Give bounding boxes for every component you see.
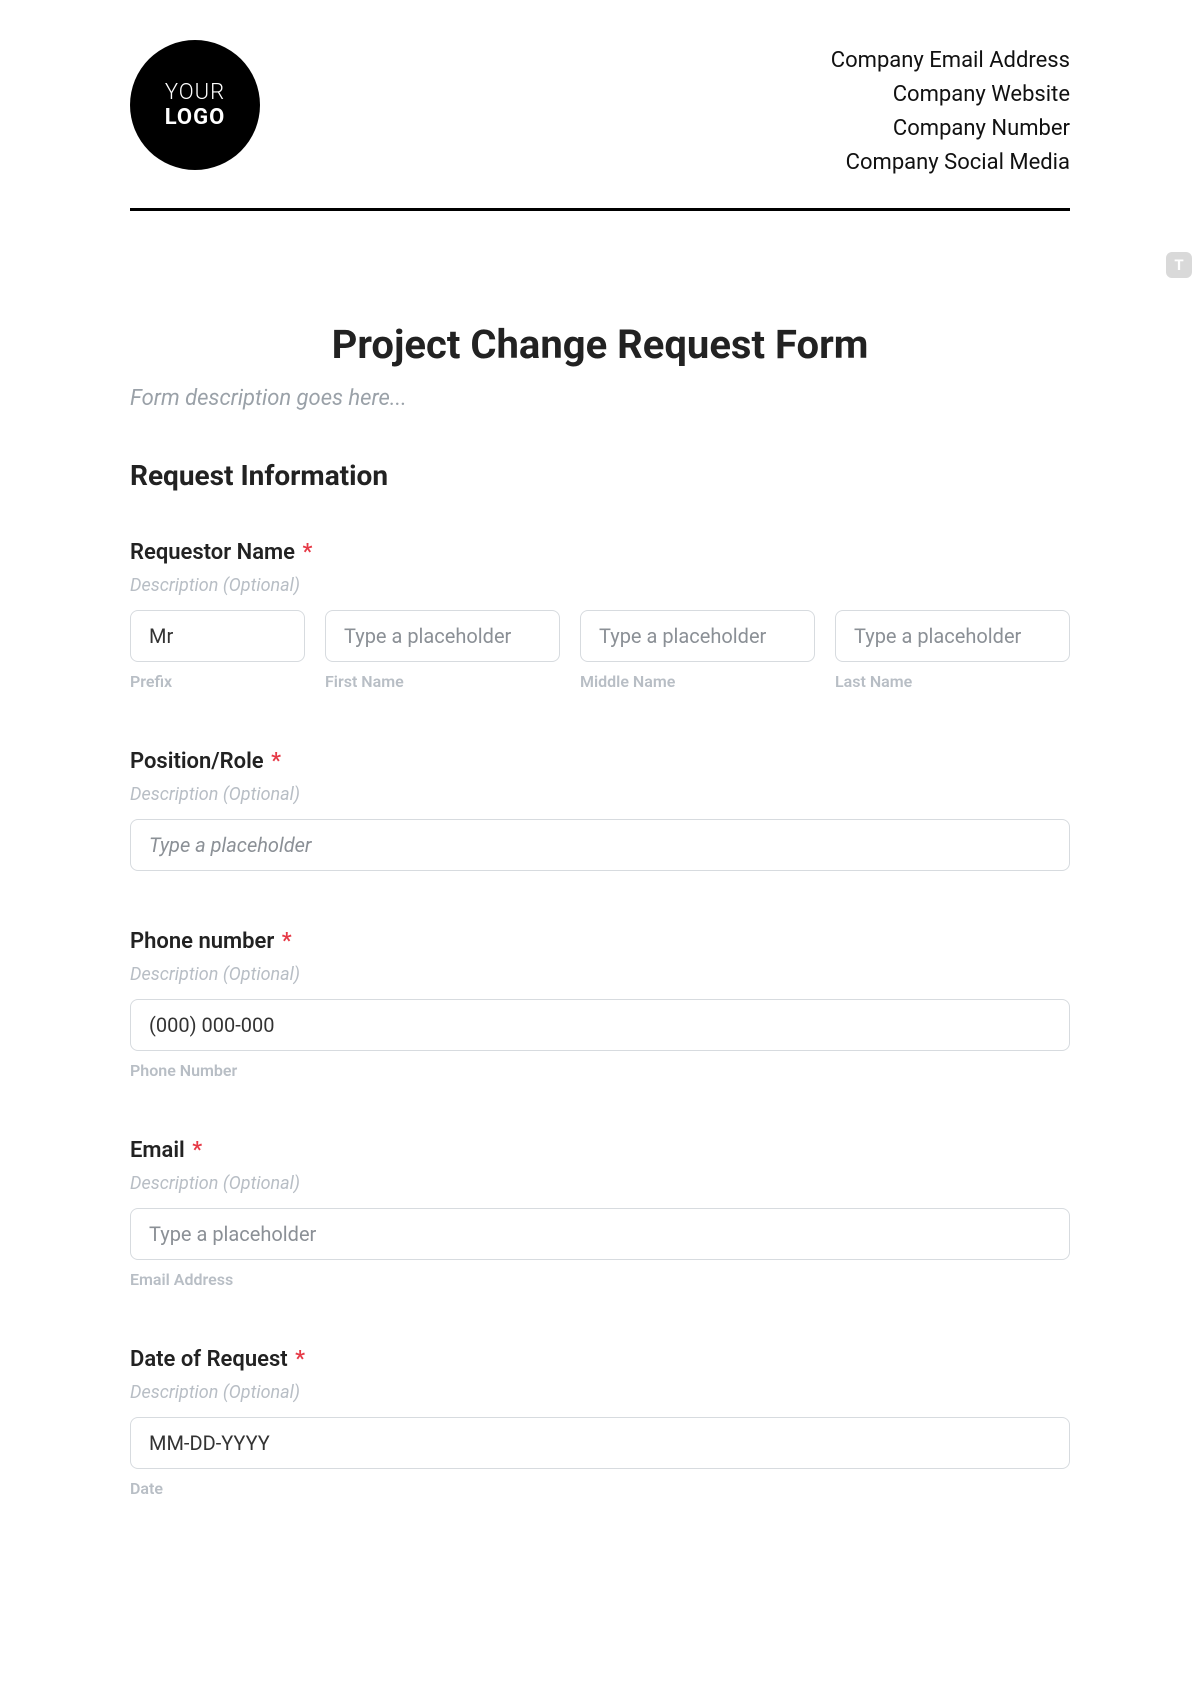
logo-line-1: YOUR	[165, 80, 225, 105]
sublabel-last: Last Name	[835, 672, 1070, 691]
label-text: Requestor Name	[130, 540, 295, 565]
date-input[interactable]	[130, 1417, 1070, 1469]
sublabel-middle: Middle Name	[580, 672, 815, 691]
form-description-placeholder[interactable]: Form description goes here...	[130, 386, 1070, 411]
field-position: Position/Role * Description (Optional)	[130, 749, 1070, 871]
logo: YOUR LOGO	[130, 40, 260, 170]
hint-date[interactable]: Description (Optional)	[130, 1382, 1070, 1403]
label-date: Date of Request *	[130, 1347, 1070, 1372]
required-mark: *	[282, 929, 292, 954]
last-name-input[interactable]	[835, 610, 1070, 662]
label-phone: Phone number *	[130, 929, 1070, 954]
hint-phone[interactable]: Description (Optional)	[130, 964, 1070, 985]
name-col-middle: Middle Name	[580, 610, 815, 691]
sublabel-first: First Name	[325, 672, 560, 691]
hint-email[interactable]: Description (Optional)	[130, 1173, 1070, 1194]
sublabel-date: Date	[130, 1479, 1070, 1498]
required-mark: *	[295, 1347, 305, 1372]
header-divider	[130, 208, 1070, 211]
label-position: Position/Role *	[130, 749, 1070, 774]
required-mark: *	[271, 749, 281, 774]
company-info: Company Email Address Company Website Co…	[831, 40, 1070, 180]
position-input[interactable]	[130, 819, 1070, 871]
field-email: Email * Description (Optional) Email Add…	[130, 1138, 1070, 1289]
company-email: Company Email Address	[831, 44, 1070, 78]
page-container: YOUR LOGO Company Email Address Company …	[0, 0, 1200, 1498]
sublabel-email: Email Address	[130, 1270, 1070, 1289]
form-title: Project Change Request Form	[130, 321, 1070, 368]
required-mark: *	[302, 540, 312, 565]
side-badge-icon[interactable]: T	[1166, 252, 1192, 278]
name-col-last: Last Name	[835, 610, 1070, 691]
name-col-prefix: Prefix	[130, 610, 305, 691]
field-phone: Phone number * Description (Optional) Ph…	[130, 929, 1070, 1080]
letterhead: YOUR LOGO Company Email Address Company …	[130, 40, 1070, 208]
field-requestor-name: Requestor Name * Description (Optional) …	[130, 540, 1070, 691]
prefix-input[interactable]	[130, 610, 305, 662]
first-name-input[interactable]	[325, 610, 560, 662]
label-text: Phone number	[130, 929, 274, 954]
phone-input[interactable]	[130, 999, 1070, 1051]
label-text: Position/Role	[130, 749, 264, 774]
company-number: Company Number	[831, 112, 1070, 146]
company-social: Company Social Media	[831, 146, 1070, 180]
middle-name-input[interactable]	[580, 610, 815, 662]
hint-position[interactable]: Description (Optional)	[130, 784, 1070, 805]
hint-requestor-name[interactable]: Description (Optional)	[130, 575, 1070, 596]
section-title-request-info: Request Information	[130, 459, 1070, 492]
company-website: Company Website	[831, 78, 1070, 112]
name-row: Prefix First Name Middle Name Last Name	[130, 610, 1070, 691]
field-date: Date of Request * Description (Optional)…	[130, 1347, 1070, 1498]
label-text: Email	[130, 1138, 185, 1163]
label-text: Date of Request	[130, 1347, 288, 1372]
sublabel-prefix: Prefix	[130, 672, 305, 691]
sublabel-phone: Phone Number	[130, 1061, 1070, 1080]
email-input[interactable]	[130, 1208, 1070, 1260]
label-email: Email *	[130, 1138, 1070, 1163]
logo-line-2: LOGO	[165, 105, 226, 130]
label-requestor-name: Requestor Name *	[130, 540, 1070, 565]
name-col-first: First Name	[325, 610, 560, 691]
required-mark: *	[192, 1138, 202, 1163]
